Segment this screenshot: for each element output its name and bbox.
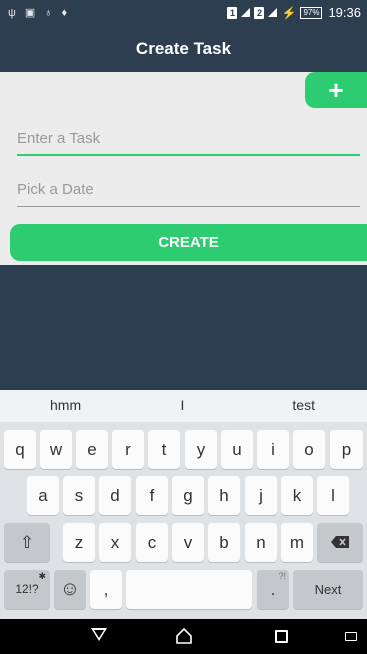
key-e[interactable]: e (76, 430, 108, 469)
key-b[interactable]: b (208, 523, 240, 562)
key-z[interactable]: z (63, 523, 95, 562)
date-input-underline (17, 206, 360, 207)
suggestion-bar: hmm I test (0, 390, 367, 422)
soft-keyboard: hmm I test q w e r t y u i o p a s d f g… (0, 390, 367, 619)
status-time: 19:36 (328, 5, 361, 20)
key-g[interactable]: g (172, 476, 204, 515)
next-key[interactable]: Next (293, 570, 363, 609)
status-right-icons: 1 2 ⚡ 97% 19:36 (227, 5, 361, 20)
key-l[interactable]: l (317, 476, 349, 515)
page-title: Create Task (135, 39, 232, 58)
add-button[interactable]: + (305, 72, 367, 108)
key-f[interactable]: f (136, 476, 168, 515)
symbols-key-label: 12!? (15, 582, 39, 596)
navigation-bar (0, 619, 367, 654)
key-v[interactable]: v (172, 523, 204, 562)
key-k[interactable]: k (281, 476, 313, 515)
key-n[interactable]: n (245, 523, 277, 562)
task-input[interactable]: Enter a Task (17, 126, 360, 156)
period-key-alt: ?! (278, 571, 286, 581)
image-icon: ▣ (24, 7, 36, 19)
status-left-icons: ψ ▣ ♁ ♦ (8, 6, 68, 20)
key-i[interactable]: i (257, 430, 289, 469)
signal-icon (268, 8, 278, 17)
task-input-underline (17, 154, 360, 156)
charging-icon: ⚡ (281, 5, 297, 20)
home-icon[interactable] (176, 628, 192, 644)
backspace-icon (331, 536, 349, 548)
date-input-placeholder: Pick a Date (17, 181, 94, 198)
key-j[interactable]: j (245, 476, 277, 515)
key-o[interactable]: o (293, 430, 325, 469)
status-bar: ψ ▣ ♁ ♦ 1 2 ⚡ 97% 19:36 (0, 0, 367, 26)
task-input-placeholder: Enter a Task (17, 130, 101, 147)
key-t[interactable]: t (148, 430, 180, 469)
key-u[interactable]: u (221, 430, 253, 469)
suggestion-item[interactable]: test (227, 390, 367, 422)
usb-icon: ψ (8, 6, 16, 19)
app-bar: Create Task (0, 26, 367, 72)
key-q[interactable]: q (4, 430, 36, 469)
comma-key[interactable]: , (90, 570, 122, 609)
battery-icon: 97% (300, 6, 323, 19)
sim1-icon: 1 (227, 6, 238, 19)
key-d[interactable]: d (99, 476, 131, 515)
back-icon[interactable] (91, 628, 107, 641)
key-h[interactable]: h (208, 476, 240, 515)
tune-icon: ♁ (44, 6, 53, 19)
key-s[interactable]: s (63, 476, 95, 515)
create-button[interactable]: CREATE (10, 224, 367, 261)
sim2-icon: 2 (254, 6, 265, 19)
period-key[interactable]: . ?! (257, 570, 289, 609)
keyboard-icon[interactable] (345, 632, 357, 641)
backspace-key[interactable] (317, 523, 363, 562)
key-p[interactable]: p (330, 430, 363, 469)
signal-icon (241, 8, 251, 17)
create-task-form: + Enter a Task Pick a Date CREATE (0, 72, 367, 265)
key-y[interactable]: y (185, 430, 217, 469)
suggestion-item[interactable]: hmm (0, 390, 138, 422)
key-a[interactable]: a (27, 476, 59, 515)
period-key-label: . (270, 580, 276, 599)
space-key[interactable] (126, 570, 252, 609)
key-r[interactable]: r (112, 430, 144, 469)
recent-apps-icon[interactable] (275, 630, 288, 643)
emoji-key[interactable]: ☺ (54, 570, 86, 609)
suggestion-item[interactable]: I (138, 390, 226, 422)
gear-icon: ✱ (38, 571, 46, 581)
empty-area (0, 265, 367, 390)
screen: ψ ▣ ♁ ♦ 1 2 ⚡ 97% 19:36 Create Task + En… (0, 0, 367, 654)
key-c[interactable]: c (136, 523, 168, 562)
key-w[interactable]: w (40, 430, 72, 469)
symbols-key[interactable]: 12!? ✱ (4, 570, 50, 609)
date-input[interactable]: Pick a Date (17, 177, 360, 207)
location-icon: ♦ (61, 6, 68, 19)
key-x[interactable]: x (99, 523, 131, 562)
